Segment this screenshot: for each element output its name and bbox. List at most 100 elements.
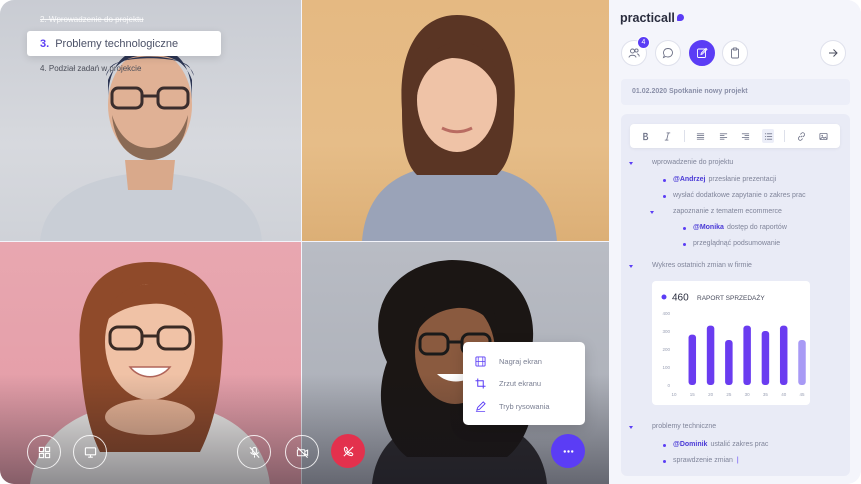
collapse-caret-icon[interactable] bbox=[629, 162, 633, 165]
agenda-item-previous[interactable]: 2. Wprowadzenie do projektu bbox=[40, 15, 144, 24]
menu-item-label: Nagraj ekran bbox=[499, 356, 542, 366]
agenda-current-label: Problemy technologiczne bbox=[55, 37, 179, 50]
more-dots-icon bbox=[563, 449, 573, 453]
menu-item-screenshot[interactable]: Zrzut ekranu bbox=[475, 373, 585, 396]
note-text: dostęp do raportów bbox=[726, 224, 787, 231]
more-options-menu: Nagraj ekran Zrzut ekranu Tryb rysowania bbox=[463, 342, 585, 425]
italic-icon bbox=[664, 131, 671, 141]
layout-grid-button[interactable] bbox=[27, 435, 61, 469]
list-icon bbox=[764, 132, 772, 140]
camera-toggle-button[interactable] bbox=[285, 435, 319, 469]
users-icon bbox=[628, 48, 640, 58]
agenda-item-current[interactable]: 3. Problemy technologiczne bbox=[27, 31, 221, 56]
mention-tag[interactable]: @Monika bbox=[693, 224, 724, 231]
bullet-icon bbox=[683, 227, 686, 230]
note-subitem[interactable]: sprawdzenie zmian | bbox=[673, 457, 739, 464]
x-tick-label: 15 bbox=[690, 392, 696, 397]
note-text: ustalić zakres prac bbox=[710, 441, 769, 448]
legend-dot bbox=[661, 294, 667, 300]
menu-item-record-screen[interactable]: Nagraj ekran bbox=[475, 350, 585, 373]
note-text: sprawdzenie zmian bbox=[673, 457, 733, 464]
bold-button[interactable] bbox=[639, 129, 651, 143]
notes-editor[interactable]: wprowadzenie do projektu @Andrzej przesła… bbox=[621, 114, 850, 476]
note-item[interactable]: problemy techniczne bbox=[652, 423, 716, 430]
menu-item-label: Tryb rysowania bbox=[499, 401, 550, 411]
note-text: przesłanie prezentacji bbox=[708, 176, 777, 183]
note-subitem[interactable]: wysłać dodatkowe zapytanie o zakres prac bbox=[673, 192, 806, 199]
bullet-icon bbox=[683, 243, 686, 246]
note-subitem[interactable]: zapoznanie z tematem ecommerce bbox=[673, 208, 782, 215]
chart-bar bbox=[779, 325, 788, 385]
notes-button[interactable] bbox=[689, 40, 715, 66]
align-right-icon bbox=[742, 132, 750, 140]
note-subitem[interactable]: @Andrzej przesłanie prezentacji bbox=[673, 176, 776, 183]
more-options-button[interactable] bbox=[551, 434, 585, 468]
text-cursor: | bbox=[736, 457, 739, 464]
align-left-button[interactable] bbox=[717, 129, 729, 143]
chart-title: RAPORT SPRZEDAŻY bbox=[697, 293, 765, 302]
bullet-icon bbox=[663, 444, 666, 447]
link-icon bbox=[797, 131, 805, 141]
side-panel: practicall 4 01.02.2020 Spotkanie nowy p… bbox=[609, 0, 861, 484]
mention-tag[interactable]: @Andrzej bbox=[673, 176, 706, 183]
share-screen-button[interactable] bbox=[73, 435, 107, 469]
list-button[interactable] bbox=[761, 129, 775, 143]
collapse-caret-icon[interactable] bbox=[650, 211, 654, 214]
chart-headline-value: 460 bbox=[672, 293, 689, 304]
note-item[interactable]: wprowadzenie do projektu bbox=[652, 159, 733, 166]
camera-off-icon bbox=[296, 446, 308, 458]
app-window: 2. Wprowadzenie do projektu 3. Problemy … bbox=[0, 0, 861, 484]
y-tick-label: 300 bbox=[662, 329, 670, 334]
menu-item-label: Zrzut ekranu bbox=[499, 379, 542, 389]
chart-bar bbox=[743, 325, 751, 385]
collapse-caret-icon[interactable] bbox=[629, 426, 633, 429]
chat-button[interactable] bbox=[655, 40, 681, 66]
agenda-current-number: 3. bbox=[40, 37, 50, 50]
participant-2-video bbox=[362, 15, 557, 241]
y-tick-label: 0 bbox=[667, 383, 670, 388]
note-subitem[interactable]: przeglądnąć podsumowanie bbox=[693, 240, 780, 247]
bullet-icon bbox=[663, 195, 666, 198]
mention-tag[interactable]: @Dominik bbox=[673, 441, 707, 448]
x-tick-label: 30 bbox=[745, 392, 751, 397]
video-tile-participant-2[interactable] bbox=[302, 0, 609, 241]
image-button[interactable] bbox=[818, 129, 830, 143]
collapse-panel-button[interactable] bbox=[820, 40, 846, 66]
align-right-button[interactable] bbox=[740, 129, 752, 143]
end-call-button[interactable] bbox=[331, 434, 365, 468]
note-subitem[interactable]: @Monika dostęp do raportów bbox=[693, 224, 787, 231]
y-tick-label: 100 bbox=[662, 365, 670, 370]
italic-button[interactable] bbox=[661, 129, 673, 143]
editor-toolbar bbox=[630, 124, 840, 148]
bullet-icon bbox=[663, 179, 666, 182]
x-tick-label: 45 bbox=[799, 392, 805, 397]
phone-hangup-icon bbox=[342, 445, 354, 457]
note-item[interactable]: Wykres ostatnich zmian w firmie bbox=[652, 262, 752, 269]
film-icon bbox=[475, 356, 486, 367]
bold-icon bbox=[642, 132, 648, 140]
meeting-title: 01.02.2020 Spotkanie nowy projekt bbox=[621, 79, 850, 105]
clipboard-icon bbox=[731, 47, 739, 59]
brand-logo: practicall bbox=[620, 11, 684, 25]
x-tick-label: 20 bbox=[708, 392, 714, 397]
note-subitem[interactable]: @Dominik ustalić zakres prac bbox=[673, 441, 768, 448]
collapse-caret-icon[interactable] bbox=[629, 265, 633, 268]
chart-bar bbox=[706, 325, 715, 385]
edit-icon bbox=[697, 47, 708, 58]
x-tick-label: 35 bbox=[763, 392, 769, 397]
x-tick-label: 25 bbox=[726, 392, 732, 397]
brand-mark-icon bbox=[676, 14, 684, 21]
chat-bubble-icon bbox=[662, 48, 673, 59]
toolbar-divider bbox=[784, 130, 786, 142]
participants-count-badge: 4 bbox=[637, 36, 650, 49]
link-button[interactable] bbox=[795, 129, 807, 143]
bullet-icon bbox=[663, 460, 666, 463]
grid-icon bbox=[38, 446, 50, 458]
arrow-right-icon bbox=[829, 49, 838, 57]
mute-microphone-button[interactable] bbox=[237, 435, 271, 469]
agenda-item-next[interactable]: 4. Podział zadań w projekcie bbox=[40, 64, 141, 73]
tasks-button[interactable] bbox=[722, 40, 748, 66]
menu-item-drawing-mode[interactable]: Tryb rysowania bbox=[475, 395, 585, 418]
toolbar-divider bbox=[683, 130, 685, 142]
align-justify-button[interactable] bbox=[695, 129, 707, 143]
